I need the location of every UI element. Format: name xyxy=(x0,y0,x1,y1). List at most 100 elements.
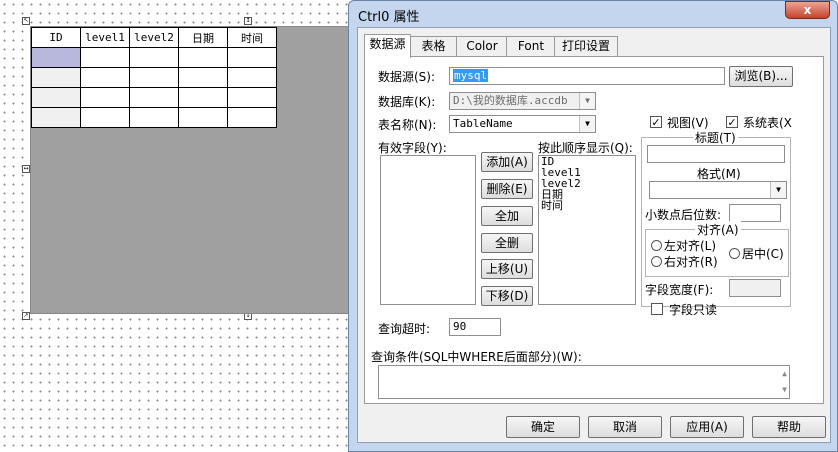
display-order-label: 按此顺序显示(Q): xyxy=(538,141,633,155)
title-input[interactable] xyxy=(647,145,785,163)
dialog-client: 数据源 表格 Color Font 打印设置 数据源(S): mysql 浏览(… xyxy=(357,27,831,443)
field-width-label: 字段宽度(F): xyxy=(645,283,714,297)
grid-header-row: ID level1 level2 日期 时间 xyxy=(31,27,277,48)
grid-row[interactable] xyxy=(31,47,277,68)
delete-all-button[interactable]: 全删 xyxy=(481,233,533,253)
add-field-button[interactable]: 添加(A) xyxy=(481,152,533,172)
query-timeout-input[interactable]: 90 xyxy=(449,318,501,336)
dialog-titlebar[interactable]: Ctrl0 属性 x xyxy=(349,1,837,27)
format-select[interactable]: ▼ xyxy=(649,181,787,199)
grid-row[interactable] xyxy=(31,107,277,128)
grid-header-cell: level1 xyxy=(80,27,130,48)
grid-cell[interactable] xyxy=(129,107,179,128)
properties-dialog: Ctrl0 属性 x 数据源 表格 Color Font 打印设置 数据源(S)… xyxy=(348,0,838,452)
chevron-down-icon[interactable]: ▼ xyxy=(770,182,786,198)
datasource-value: mysql xyxy=(453,69,489,82)
where-clause-label: 查询条件(SQL中WHERE后面部分)(W): xyxy=(371,350,582,364)
align-center-label: 居中(C) xyxy=(742,247,784,261)
grid-cell[interactable] xyxy=(178,47,228,68)
grid-cell[interactable] xyxy=(178,87,228,108)
grid-row[interactable] xyxy=(31,67,277,88)
title-group-label: 标题(T) xyxy=(693,129,738,146)
readonly-checkbox[interactable] xyxy=(651,303,663,315)
scroll-up-icon[interactable]: ▲ xyxy=(782,366,787,382)
valid-fields-label: 有效字段(Y): xyxy=(378,141,447,155)
align-left-label: 左对齐(L) xyxy=(664,239,717,253)
dialog-title: Ctrl0 属性 xyxy=(358,10,420,25)
grid-cell[interactable] xyxy=(31,67,81,88)
grid-cell[interactable] xyxy=(178,107,228,128)
grid-header-cell: ID xyxy=(31,27,81,48)
help-button[interactable]: 帮助 xyxy=(752,416,826,438)
close-icon: x xyxy=(803,3,812,17)
grid-row[interactable] xyxy=(31,87,277,108)
grid-cell[interactable] xyxy=(227,67,277,88)
readonly-checkbox-label: 字段只读 xyxy=(669,303,718,317)
grid-table: ID level1 level2 日期 时间 xyxy=(31,27,277,128)
grid-header-cell: 时间 xyxy=(227,27,277,48)
grid-cell[interactable] xyxy=(80,47,130,68)
align-center-radio[interactable] xyxy=(729,248,740,259)
align-left-radio[interactable] xyxy=(651,240,662,251)
move-down-button[interactable]: 下移(D) xyxy=(481,286,533,306)
apply-button[interactable]: 应用(A) xyxy=(670,416,744,438)
grid-cell[interactable] xyxy=(227,107,277,128)
format-group-label: 格式(M) xyxy=(695,165,743,182)
delete-field-button[interactable]: 删除(E) xyxy=(481,179,533,199)
align-right-radio[interactable] xyxy=(651,256,662,267)
tab-print-settings[interactable]: 打印设置 xyxy=(554,36,618,57)
grid-cell[interactable] xyxy=(178,67,228,88)
resize-handle-left[interactable]: ↔ xyxy=(22,165,30,173)
grid-cell[interactable] xyxy=(80,67,130,88)
align-right-label: 右对齐(R) xyxy=(664,255,718,269)
datasource-label: 数据源(S): xyxy=(378,70,436,84)
tab-font[interactable]: Font xyxy=(506,36,556,57)
database-label: 数据库(K): xyxy=(378,95,436,109)
grid-header-cell: 日期 xyxy=(178,27,228,48)
tab-datasource[interactable]: 数据源 xyxy=(364,34,411,58)
resize-handle-top-left[interactable]: ↖ xyxy=(22,17,30,25)
list-item[interactable]: 时间 xyxy=(539,200,635,211)
tablename-select[interactable]: TableName ▼ xyxy=(449,115,596,133)
grid-control[interactable]: ID level1 level2 日期 时间 xyxy=(30,26,356,314)
decimal-places-input[interactable] xyxy=(729,204,781,222)
grid-cell[interactable] xyxy=(31,107,81,128)
grid-cell[interactable] xyxy=(227,87,277,108)
browse-button[interactable]: 浏览(B)... xyxy=(729,66,793,87)
tablename-label: 表名称(N): xyxy=(378,118,437,132)
tab-color[interactable]: Color xyxy=(456,36,508,57)
tab-table[interactable]: 表格 xyxy=(409,36,458,57)
grid-cell[interactable] xyxy=(80,87,130,108)
view-checkbox[interactable]: ✓ xyxy=(650,116,662,128)
alignment-group-label: 对齐(A) xyxy=(695,221,741,238)
resize-handle-top[interactable]: ↕ xyxy=(244,17,252,25)
resize-handle-bottom-left[interactable]: ↗ xyxy=(22,312,30,320)
query-timeout-label: 查询超时: xyxy=(378,322,431,336)
grid-header-cell: level2 xyxy=(129,27,179,48)
datasource-input[interactable]: mysql xyxy=(449,67,725,85)
move-up-button[interactable]: 上移(U) xyxy=(481,259,533,279)
grid-cell[interactable] xyxy=(227,47,277,68)
grid-cell[interactable] xyxy=(129,47,179,68)
close-button[interactable]: x xyxy=(785,1,830,19)
chevron-down-icon[interactable]: ▼ xyxy=(579,116,595,132)
chevron-down-icon: ▼ xyxy=(579,93,595,109)
tab-panel-datasource: 数据源(S): mysql 浏览(B)... 数据库(K): D:\我的数据库.… xyxy=(364,56,824,404)
grid-cell[interactable] xyxy=(31,87,81,108)
system-table-checkbox-label: 系统表(X xyxy=(743,116,792,130)
field-width-input xyxy=(729,279,781,297)
grid-cell[interactable] xyxy=(129,67,179,88)
system-table-checkbox[interactable]: ✓ xyxy=(726,116,738,128)
grid-cell[interactable] xyxy=(129,87,179,108)
scroll-down-icon[interactable]: ▼ xyxy=(782,382,787,398)
grid-cell[interactable] xyxy=(80,107,130,128)
cancel-button[interactable]: 取消 xyxy=(588,416,662,438)
valid-fields-list[interactable] xyxy=(380,155,476,305)
tablename-value: TableName xyxy=(453,117,513,130)
grid-cell[interactable] xyxy=(31,47,81,68)
display-order-list[interactable]: ID level1 level2 日期 时间 xyxy=(538,155,636,305)
ok-button[interactable]: 确定 xyxy=(506,416,580,438)
where-clause-textarea[interactable]: ▲ ▼ xyxy=(378,365,790,399)
database-value: D:\我的数据库.accdb xyxy=(453,94,568,107)
add-all-button[interactable]: 全加 xyxy=(481,206,533,226)
